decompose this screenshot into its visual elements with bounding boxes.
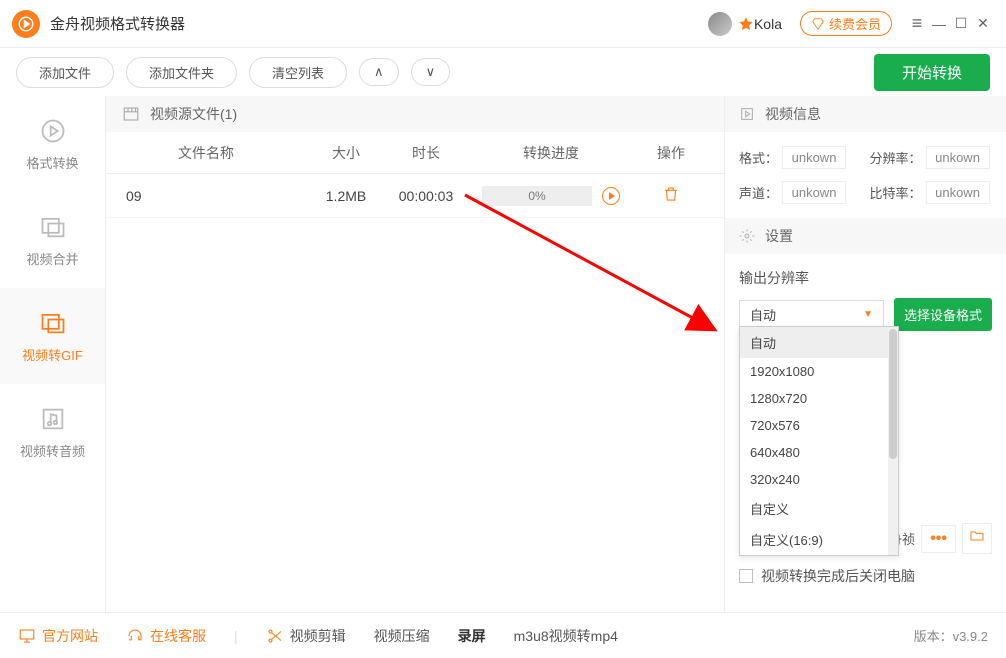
menu-icon[interactable]: ≡ (906, 13, 928, 34)
user-name: Kola (754, 16, 782, 32)
shutdown-row: 视频转换完成后关闭电脑 (739, 566, 915, 586)
screen-record-link[interactable]: 录屏 (458, 626, 486, 646)
video-info-header: 视频信息 (725, 96, 1006, 132)
res-value: unkown (926, 146, 990, 169)
col-op: 操作 (636, 143, 706, 163)
play-icon[interactable] (602, 187, 620, 205)
open-folder-button[interactable] (962, 523, 992, 554)
dropdown-option[interactable]: 自定义 (740, 493, 898, 524)
version-label: 版本：v3.9.2 (914, 626, 988, 645)
delete-button[interactable] (636, 185, 706, 206)
renew-button[interactable]: 续费会员 (800, 11, 892, 36)
official-site-link[interactable]: 官方网站 (18, 626, 98, 646)
minimize-button[interactable]: — (928, 16, 950, 32)
file-panel-header: 视频源文件(1) (106, 96, 724, 132)
main-area: 格式转换 视频合并 视频转GIF 视频转音频 视频源文件(1) 文件名称 大小 … (0, 96, 1006, 612)
close-button[interactable]: ✕ (972, 15, 994, 32)
dropdown-option[interactable]: 720x576 (740, 412, 898, 439)
right-panel: 视频信息 格式：unkown 分辨率：unkown 声道：unkown 比特率：… (724, 96, 1006, 612)
resolution-select[interactable]: 自动 ▼ (739, 300, 884, 330)
start-convert-button[interactable]: 开始转换 (874, 54, 990, 91)
monitor-icon (18, 627, 36, 645)
clear-list-button[interactable]: 清空列表 (249, 57, 347, 88)
col-dur: 时长 (386, 143, 466, 163)
channel-value: unkown (782, 181, 846, 204)
add-file-button[interactable]: 添加文件 (16, 57, 114, 88)
move-up-button[interactable]: ∧ (359, 58, 399, 86)
sidebar-item-gif[interactable]: 视频转GIF (0, 288, 105, 384)
bitrate-value: unkown (926, 181, 990, 204)
format-icon (39, 117, 67, 145)
resolution-dropdown: 自动 1920x1080 1280x720 720x576 640x480 32… (739, 326, 899, 556)
info-icon (739, 106, 755, 122)
progress-bar: 0% (482, 186, 592, 206)
scissors-icon (266, 627, 284, 645)
app-title: 金舟视频格式转换器 (50, 13, 185, 34)
row-dur: 00:00:03 (386, 188, 466, 204)
maximize-button[interactable]: ☐ (950, 15, 972, 32)
dropdown-option[interactable]: 1280x720 (740, 385, 898, 412)
settings-header: 设置 (725, 218, 1006, 254)
gif-icon (39, 309, 67, 337)
shutdown-checkbox[interactable] (739, 569, 753, 583)
sidebar-item-format[interactable]: 格式转换 (0, 96, 105, 192)
film-icon (122, 105, 140, 123)
table-header: 文件名称 大小 时长 转换进度 操作 (106, 132, 724, 174)
dropdown-option[interactable]: 自定义(16:9) (740, 524, 898, 555)
format-value: unkown (782, 146, 846, 169)
add-folder-button[interactable]: 添加文件夹 (126, 57, 237, 88)
dropdown-option[interactable]: 1920x1080 (740, 358, 898, 385)
output-res-label: 输出分辨率 (739, 268, 992, 288)
col-size: 大小 (306, 143, 386, 163)
video-compress-link[interactable]: 视频压缩 (374, 626, 430, 646)
table-row[interactable]: 09 1.2MB 00:00:03 0% (106, 174, 724, 218)
file-panel: 视频源文件(1) 文件名称 大小 时长 转换进度 操作 09 1.2MB 00:… (106, 96, 724, 612)
m3u8-link[interactable]: m3u8视频转mp4 (514, 626, 618, 646)
settings-body: 输出分辨率 自动 ▼ 选择设备格式 自动 1920x1080 1280x720 … (725, 254, 1006, 612)
merge-icon (39, 213, 67, 241)
device-format-button[interactable]: 选择设备格式 (894, 298, 992, 331)
diamond-icon (811, 17, 825, 31)
col-prog: 转换进度 (466, 143, 636, 163)
row-name: 09 (106, 188, 306, 204)
titlebar: 金舟视频格式转换器 Kola 续费会员 ≡ — ☐ ✕ (0, 0, 1006, 48)
dropdown-option[interactable]: 640x480 (740, 439, 898, 466)
chevron-down-icon: ▼ (863, 309, 873, 320)
video-info-grid: 格式：unkown 分辨率：unkown 声道：unkown 比特率：unkow… (725, 132, 1006, 218)
video-edit-link[interactable]: 视频剪辑 (266, 626, 346, 646)
toolbar: 添加文件 添加文件夹 清空列表 ∧ ∨ 开始转换 (0, 48, 1006, 96)
sidebar-item-merge[interactable]: 视频合并 (0, 192, 105, 288)
sidebar-item-audio[interactable]: 视频转音频 (0, 384, 105, 480)
move-down-button[interactable]: ∨ (411, 58, 451, 86)
sidebar: 格式转换 视频合并 视频转GIF 视频转音频 (0, 96, 106, 612)
row-size: 1.2MB (306, 188, 386, 204)
renew-label: 续费会员 (829, 14, 881, 33)
gear-icon (739, 228, 755, 244)
folder-icon (969, 528, 985, 544)
dropdown-option[interactable]: 320x240 (740, 466, 898, 493)
app-logo-icon (12, 10, 40, 38)
footer: 官方网站 在线客服 | 视频剪辑 视频压缩 录屏 m3u8视频转mp4 版本：v… (0, 612, 1006, 658)
col-name: 文件名称 (106, 143, 306, 163)
more-button[interactable]: ••• (921, 525, 956, 553)
audio-icon (39, 405, 67, 433)
dropdown-scrollbar[interactable] (888, 327, 898, 555)
avatar[interactable] (708, 12, 732, 36)
row-progress: 0% (466, 186, 636, 206)
dropdown-option[interactable]: 自动 (740, 327, 898, 358)
online-service-link[interactable]: 在线客服 (126, 626, 206, 646)
trash-icon (662, 185, 680, 203)
vip-badge-icon (738, 16, 754, 32)
headset-icon (126, 627, 144, 645)
